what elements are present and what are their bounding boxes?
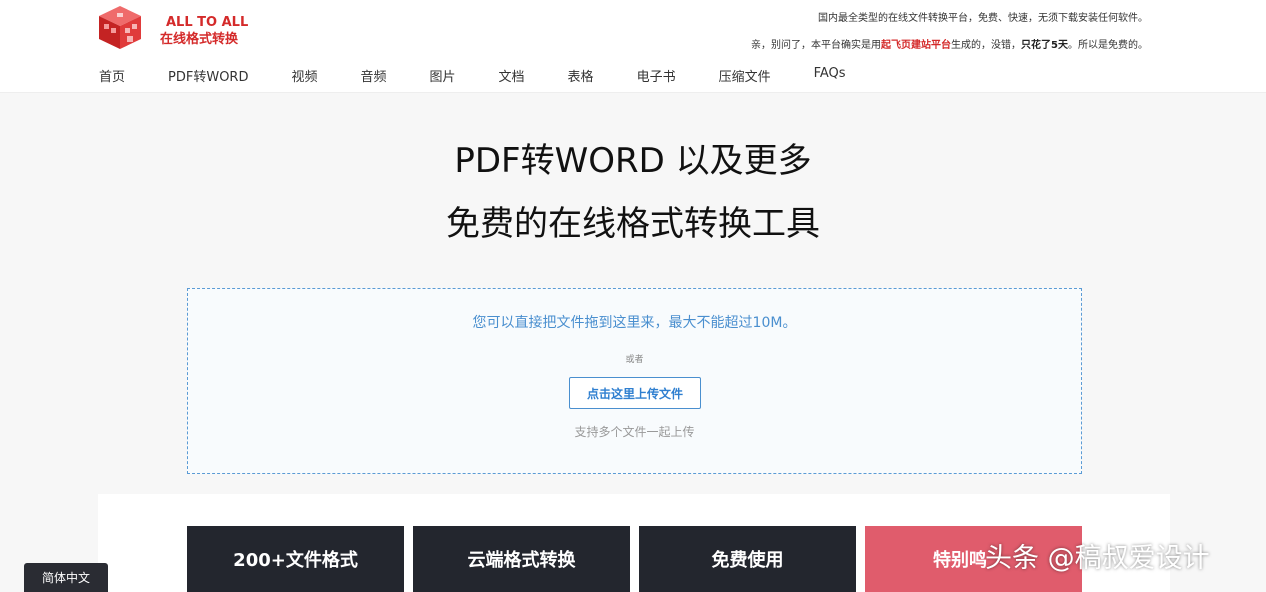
nav-item-faqs[interactable]: FAQs xyxy=(814,66,846,86)
dropzone-multi-note: 支持多个文件一起上传 xyxy=(574,425,695,439)
brand-name[interactable]: ALL TO ALL 在线格式转换 xyxy=(160,14,248,48)
main-nav: 首页 PDF转WORD 视频 音频 图片 文档 表格 电子书 压缩文件 FAQs xyxy=(99,66,889,86)
builder-notice-bold: 只花了5天 xyxy=(1021,40,1068,51)
site-header: ALL TO ALL 在线格式转换 国内最全类型的在线文件转换平台，免费、快速，… xyxy=(0,0,1266,93)
builder-notice: 亲，别问了，本平台确实是用起飞页建站平台生成的，没错，只花了5天。所以是免费的。 xyxy=(751,36,1148,51)
builder-notice-pre: 亲，别问了，本平台确实是用 xyxy=(751,40,882,51)
hero-title: PDF转WORD 以及更多 xyxy=(454,141,812,181)
feature-tile-free: 免费使用 xyxy=(639,526,856,592)
nav-item-ebook[interactable]: 电子书 xyxy=(637,66,676,86)
builder-notice-mid: 生成的，没错， xyxy=(951,40,1022,51)
feature-tile-formats: 200+文件格式 xyxy=(187,526,404,592)
hero-subtitle: 免费的在线格式转换工具 xyxy=(446,204,820,244)
dropzone-or: 或者 xyxy=(625,355,644,365)
upload-file-button[interactable]: 点击这里上传文件 xyxy=(569,377,701,409)
builder-notice-post: 。所以是免费的。 xyxy=(1068,40,1148,51)
nav-item-spreadsheet[interactable]: 表格 xyxy=(568,66,594,86)
nav-item-home[interactable]: 首页 xyxy=(99,66,125,86)
nav-item-image[interactable]: 图片 xyxy=(430,66,456,86)
brand-line2: 在线格式转换 xyxy=(160,32,239,47)
nav-item-video[interactable]: 视频 xyxy=(291,66,317,86)
cube-logo-icon[interactable] xyxy=(97,4,143,50)
platform-notice: 国内最全类型的在线文件转换平台，免费、快速，无须下载安装任何软件。 xyxy=(818,13,1148,24)
nav-item-archive[interactable]: 压缩文件 xyxy=(719,66,771,86)
nav-item-audio[interactable]: 音频 xyxy=(361,66,387,86)
file-dropzone[interactable]: 您可以直接把文件拖到这里来，最大不能超过10M。 或者 点击这里上传文件 支持多… xyxy=(187,288,1082,474)
dropzone-hint: 您可以直接把文件拖到这里来，最大不能超过10M。 xyxy=(472,315,797,331)
feature-tile-cloud: 云端格式转换 xyxy=(413,526,630,592)
language-switcher[interactable]: 简体中文 xyxy=(24,563,108,592)
nav-item-pdf-to-word[interactable]: PDF转WORD xyxy=(168,66,248,86)
nav-item-document[interactable]: 文档 xyxy=(499,66,525,86)
builder-link[interactable]: 起飞页建站平台 xyxy=(881,40,951,51)
watermark: 头条 @稿叔爱设计 xyxy=(985,543,1210,574)
brand-line1: ALL TO ALL xyxy=(166,15,249,30)
